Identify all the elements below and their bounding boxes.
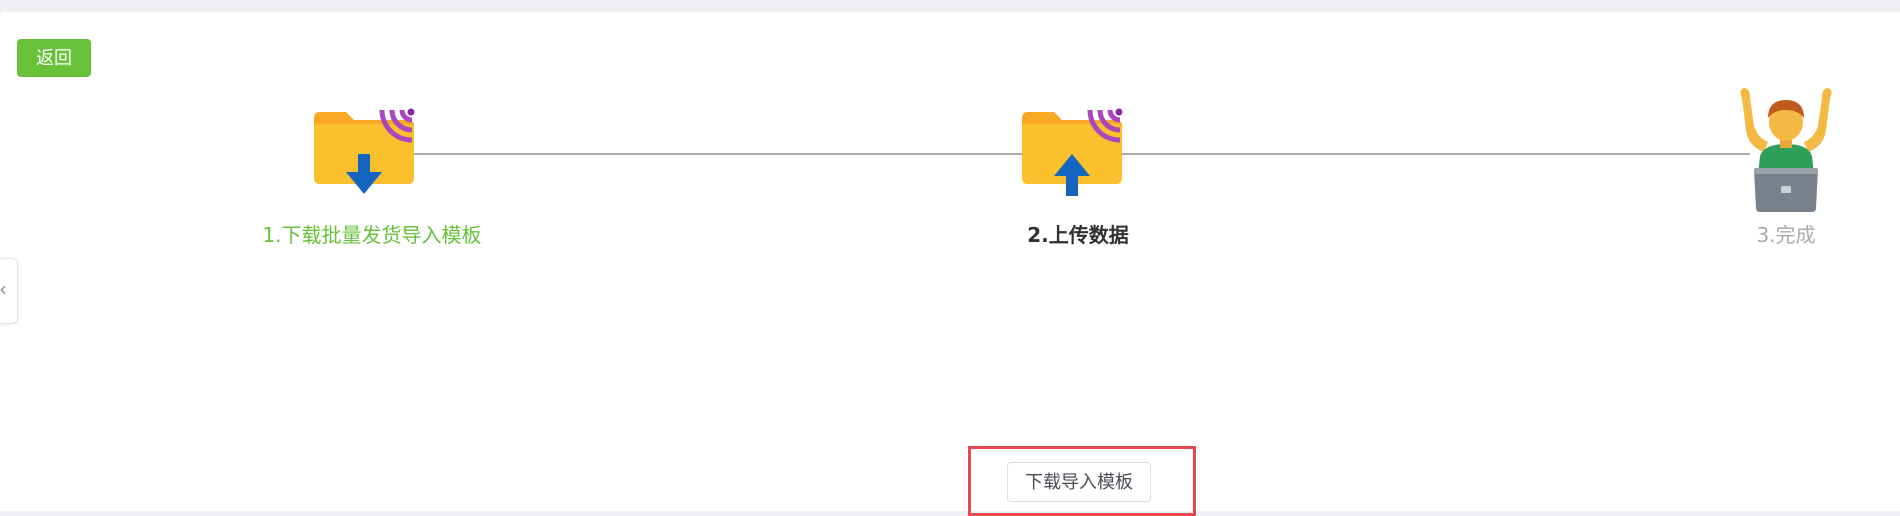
back-button[interactable]: 返回: [17, 39, 91, 77]
step-1-label: 1.下载批量发货导入模板: [262, 223, 482, 247]
download-template-button[interactable]: 下载导入模板: [1007, 462, 1151, 502]
step-3-label: 3.完成: [1756, 223, 1816, 247]
chevron-left-icon: ‹: [0, 277, 7, 301]
import-panel: 返回 1.下载批量发货导入模板 2.上传数据 3.完成 下载导入模板: [0, 12, 1900, 516]
step-connector-2-3: [1118, 153, 1750, 155]
step-connector-1-2: [410, 153, 1042, 155]
person-laptop-celebrate-icon: [1724, 86, 1848, 216]
sidebar-collapse-toggle[interactable]: ‹: [0, 258, 18, 324]
folder-download-icon: [310, 96, 430, 206]
folder-upload-icon: [1018, 96, 1138, 206]
step-2-label: 2.上传数据: [1027, 223, 1129, 247]
